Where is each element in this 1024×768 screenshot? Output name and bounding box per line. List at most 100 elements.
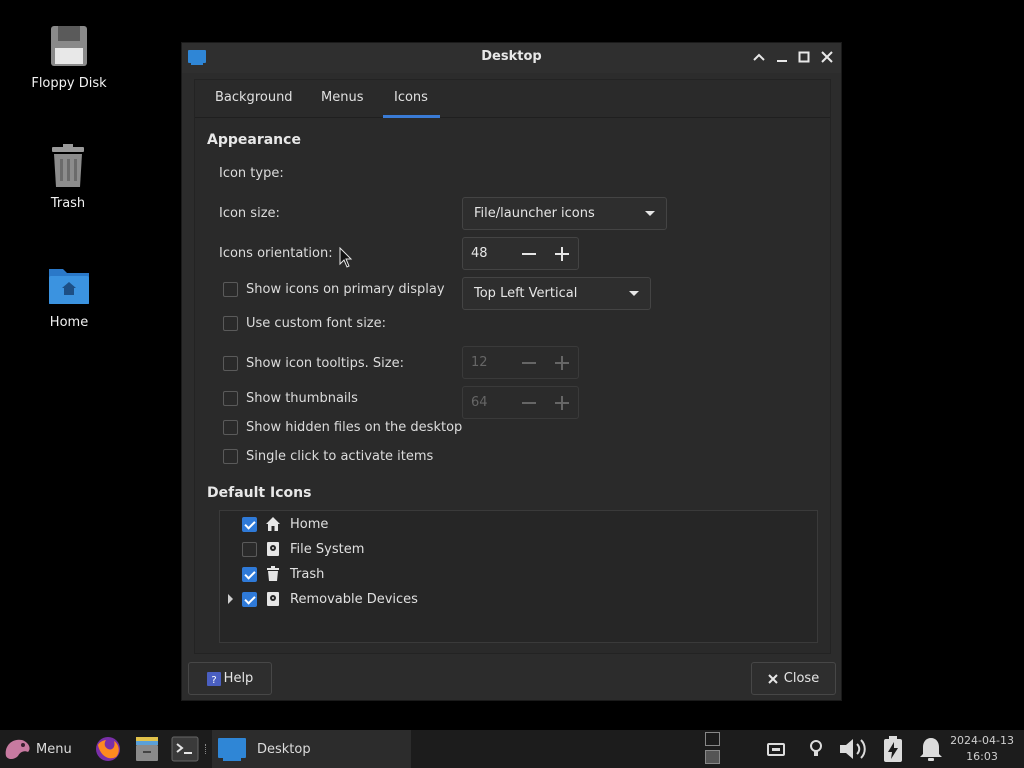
icon-type-value: File/launcher icons — [474, 206, 595, 221]
checkbox[interactable] — [223, 449, 238, 464]
maximize-button[interactable] — [796, 49, 812, 65]
clock[interactable]: 2024-04-13 16:03 — [950, 733, 1014, 765]
drive-icon — [265, 541, 281, 557]
list-item-label: Removable Devices — [290, 591, 418, 607]
checkbox-label: Use custom font size: — [246, 316, 387, 331]
tooltip-size-spinner: 64 — [462, 386, 579, 419]
network-tray[interactable] — [767, 730, 785, 768]
list-item-removable-devices[interactable]: Removable Devices — [242, 589, 418, 609]
desktop-icon-trash[interactable]: Trash — [13, 142, 123, 211]
minimize-button[interactable] — [774, 49, 790, 65]
firefox-launcher[interactable] — [94, 730, 122, 768]
list-item-trash[interactable]: Trash — [242, 564, 324, 584]
active-tab-indicator — [383, 115, 440, 118]
expand-arrow-icon[interactable] — [228, 594, 233, 604]
checkbox[interactable] — [223, 282, 238, 297]
tab-background[interactable]: Background — [215, 90, 293, 105]
checkbox[interactable] — [223, 391, 238, 406]
list-item-home[interactable]: Home — [242, 514, 328, 534]
show-hidden-files-checkbox[interactable]: Show hidden files on the desktop — [223, 420, 462, 435]
list-item-file-system[interactable]: File System — [242, 539, 364, 559]
checkbox[interactable] — [242, 566, 257, 582]
decrement-button[interactable] — [513, 238, 545, 269]
home-icon — [265, 516, 281, 532]
checkbox[interactable] — [242, 591, 257, 607]
network-wired-icon — [767, 743, 785, 756]
checkbox[interactable] — [223, 420, 238, 435]
menu-button[interactable]: Menu — [2, 730, 72, 768]
minus-icon — [522, 252, 537, 255]
icons-orientation-dropdown[interactable]: Top Left Vertical — [462, 277, 651, 310]
workspace-2[interactable] — [705, 750, 720, 764]
file-manager-launcher[interactable] — [133, 730, 161, 768]
close-icon — [768, 673, 778, 684]
desktop-app-icon — [218, 738, 246, 761]
window-title: Desktop — [481, 49, 542, 64]
checkbox[interactable] — [242, 516, 257, 532]
icon-type-dropdown[interactable]: File/launcher icons — [462, 197, 667, 230]
tooltip-size-value: 64 — [471, 395, 488, 410]
workspace-1[interactable] — [705, 732, 720, 746]
workspace-switcher[interactable] — [705, 732, 721, 766]
checkbox[interactable] — [223, 356, 238, 371]
single-click-checkbox[interactable]: Single click to activate items — [223, 449, 433, 464]
plus-icon — [554, 355, 569, 370]
floppy-disk-icon — [45, 22, 93, 70]
notifications-tray[interactable] — [917, 730, 945, 768]
terminal-launcher[interactable] — [171, 730, 199, 768]
font-size-spinner: 12 — [462, 346, 579, 379]
show-primary-display-checkbox[interactable]: Show icons on primary display — [223, 282, 445, 297]
increment-button — [546, 347, 578, 378]
help-label: Help — [223, 671, 254, 686]
checkbox-label: Single click to activate items — [246, 449, 434, 464]
icon-size-value[interactable]: 48 — [463, 246, 513, 261]
list-item-label: Trash — [290, 566, 325, 582]
checkbox[interactable] — [242, 541, 257, 557]
tab-menus[interactable]: Menus — [321, 90, 363, 105]
clock-date: 2024-04-13 — [950, 734, 1014, 747]
help-icon: ? — [206, 671, 221, 686]
maximize-icon — [798, 51, 810, 63]
plus-icon — [554, 246, 569, 261]
icon-size-spinner[interactable]: 48 — [462, 237, 579, 270]
checkbox-label: Show icon tooltips. Size: — [246, 356, 404, 371]
desktop-icon-label: Trash — [50, 196, 86, 211]
trash-icon — [44, 142, 92, 190]
file-cabinet-icon — [136, 737, 158, 761]
close-icon — [821, 51, 833, 63]
desktop-icon-label: Floppy Disk — [31, 76, 107, 91]
volume-tray[interactable] — [838, 730, 870, 768]
svg-text:?: ? — [211, 675, 216, 686]
home-folder-icon — [45, 261, 93, 309]
icon-size-label: Icon size: — [219, 206, 280, 221]
default-icons-heading: Default Icons — [207, 485, 312, 501]
checkbox-label: Show thumbnails — [246, 391, 358, 406]
menu-label: Menu — [36, 741, 72, 757]
power-tray[interactable] — [882, 730, 904, 768]
battery-charging-icon — [884, 736, 902, 762]
icon-tooltips-checkbox[interactable]: Show icon tooltips. Size: — [223, 356, 404, 371]
titlebar[interactable]: Desktop — [182, 43, 841, 73]
increment-button[interactable] — [546, 238, 578, 269]
task-label: Desktop — [257, 741, 311, 757]
list-item-label: Home — [290, 516, 329, 532]
desktop-icon-home[interactable]: Home — [14, 261, 124, 330]
close-button[interactable]: Close — [751, 662, 836, 695]
indicator-tray[interactable] — [808, 730, 824, 768]
shade-button[interactable] — [751, 49, 767, 65]
icon-type-label: Icon type: — [219, 166, 284, 181]
show-thumbnails-checkbox[interactable]: Show thumbnails — [223, 391, 358, 406]
task-button-desktop[interactable]: Desktop — [212, 730, 411, 768]
custom-font-size-checkbox[interactable]: Use custom font size: — [223, 316, 386, 331]
close-label: Close — [783, 671, 820, 686]
desktop-icon-floppy[interactable]: Floppy Disk — [14, 22, 124, 91]
minus-icon — [522, 401, 537, 404]
close-window-button[interactable] — [819, 49, 835, 65]
volume-icon — [840, 739, 866, 759]
clock-time: 16:03 — [966, 750, 998, 763]
orientation-value: Top Left Vertical — [474, 286, 578, 301]
tab-icons[interactable]: Icons — [394, 90, 428, 105]
minus-icon — [522, 361, 537, 364]
checkbox[interactable] — [223, 316, 238, 331]
help-button[interactable]: ? Help — [188, 662, 272, 695]
